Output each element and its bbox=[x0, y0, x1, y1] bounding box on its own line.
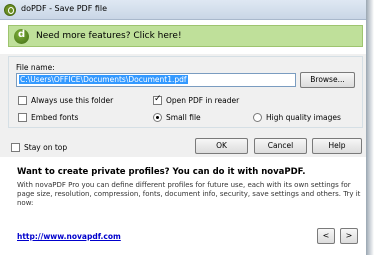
embed-fonts-label: Embed fonts bbox=[31, 113, 79, 122]
banner-text[interactable]: Need more features? Click here! bbox=[36, 31, 182, 41]
stay-on-top-checkbox[interactable] bbox=[11, 143, 20, 152]
cancel-button[interactable]: Cancel bbox=[254, 138, 307, 154]
promo-title: Want to create private profiles? You can… bbox=[17, 167, 306, 177]
next-button[interactable]: > bbox=[340, 228, 358, 244]
small-file-label: Small file bbox=[166, 113, 201, 122]
always-use-folder-label: Always use this folder bbox=[31, 96, 114, 105]
browse-button[interactable]: Browse... bbox=[300, 72, 355, 88]
open-pdf-checkbox[interactable] bbox=[153, 94, 162, 105]
file-name-label: File name: bbox=[16, 63, 55, 72]
title-bar[interactable]: doPDF - Save PDF file bbox=[0, 0, 366, 20]
always-use-folder-checkbox[interactable] bbox=[18, 96, 27, 105]
upgrade-banner[interactable]: Need more features? Click here! bbox=[8, 25, 363, 47]
dopdf-badge-icon bbox=[14, 29, 29, 44]
small-file-radio[interactable] bbox=[153, 113, 162, 122]
stay-on-top-label: Stay on top bbox=[24, 143, 68, 152]
embed-fonts-checkbox[interactable] bbox=[18, 113, 27, 122]
prev-button[interactable]: < bbox=[317, 228, 335, 244]
file-name-value: C:\Users\OFFICE\Documents\Document1.pdf bbox=[19, 75, 188, 84]
ok-button[interactable]: OK bbox=[195, 138, 248, 154]
file-name-input[interactable]: C:\Users\OFFICE\Documents\Document1.pdf bbox=[16, 73, 296, 87]
high-quality-radio[interactable] bbox=[253, 113, 262, 122]
window-title: doPDF - Save PDF file bbox=[21, 4, 108, 13]
open-pdf-label: Open PDF in reader bbox=[166, 96, 240, 105]
help-button[interactable]: Help bbox=[312, 138, 362, 154]
promo-body: With novaPDF Pro you can define differen… bbox=[17, 181, 361, 207]
dopdf-save-dialog: doPDF - Save PDF file Need more features… bbox=[0, 0, 366, 255]
high-quality-label: High quality images bbox=[266, 113, 341, 122]
screen-edge bbox=[366, 0, 374, 255]
dopdf-logo-icon bbox=[4, 4, 16, 16]
novapdf-link[interactable]: http://www.novapdf.com bbox=[17, 232, 121, 241]
